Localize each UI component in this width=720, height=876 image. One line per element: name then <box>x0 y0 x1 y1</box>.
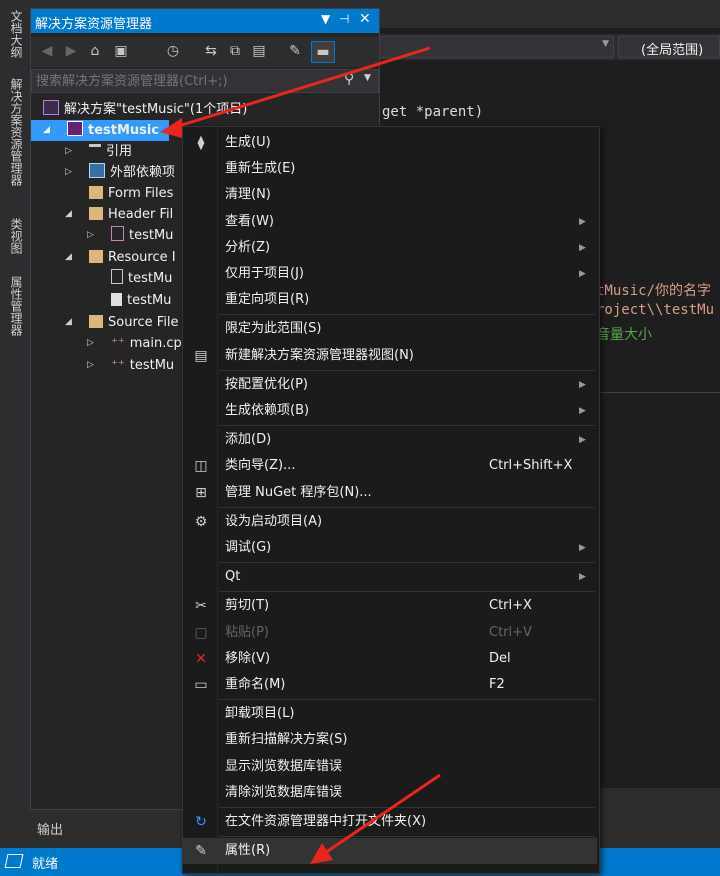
annotation-arrowhead <box>310 843 333 864</box>
annotation-arrowhead <box>160 118 182 138</box>
annotation-arrow <box>321 773 441 857</box>
annotation-arrows <box>160 46 441 864</box>
annotation-arrow <box>171 46 431 130</box>
